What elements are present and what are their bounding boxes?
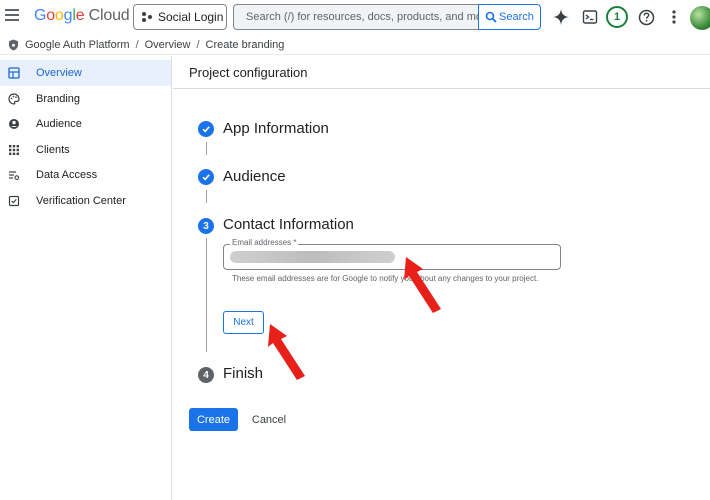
project-icon bbox=[142, 12, 152, 22]
step-title-audience[interactable]: Audience bbox=[223, 168, 286, 185]
step-number-badge: 4 bbox=[198, 367, 214, 383]
person-icon bbox=[9, 119, 19, 129]
sidebar-item-overview[interactable]: Overview bbox=[0, 60, 171, 86]
cloud-shell-icon[interactable] bbox=[580, 7, 600, 27]
shield-icon bbox=[9, 39, 18, 50]
breadcrumb-item: Create branding bbox=[205, 38, 285, 51]
breadcrumb-item[interactable]: Google Auth Platform bbox=[25, 39, 130, 51]
search-button[interactable]: Search bbox=[478, 4, 541, 30]
page-title: Project configuration bbox=[173, 56, 710, 89]
account-avatar[interactable] bbox=[690, 6, 710, 30]
notifications-badge[interactable]: 1 bbox=[606, 6, 628, 28]
data-access-icon bbox=[9, 171, 20, 180]
verified-icon bbox=[8, 195, 20, 207]
next-button[interactable]: Next bbox=[223, 311, 264, 334]
breadcrumb-item[interactable]: Overview bbox=[145, 39, 191, 51]
help-icon[interactable] bbox=[636, 7, 656, 27]
sidebar-item-verification-center[interactable]: Verification Center bbox=[0, 188, 171, 214]
step-title-contact-information: Contact Information bbox=[223, 216, 354, 233]
palette-icon bbox=[8, 93, 20, 105]
step-complete-check-icon bbox=[198, 121, 214, 137]
step-number-badge: 3 bbox=[198, 218, 214, 234]
dashboard-icon bbox=[8, 67, 20, 79]
grid-icon bbox=[9, 145, 19, 155]
step-title-app-information[interactable]: App Information bbox=[223, 120, 329, 137]
step-title-finish: Finish bbox=[223, 365, 264, 382]
email-field-helper-text: These email addresses are for Google to … bbox=[232, 274, 539, 283]
sidebar-item-data-access[interactable]: Data Access bbox=[0, 162, 171, 188]
breadcrumb: Google Auth Platform / Overview / Create… bbox=[0, 35, 710, 55]
sidebar-item-audience[interactable]: Audience bbox=[0, 111, 171, 137]
annotation-arrow-icon bbox=[268, 324, 305, 380]
cancel-button[interactable]: Cancel bbox=[248, 408, 290, 431]
sidebar-item-branding[interactable]: Branding bbox=[0, 86, 171, 112]
annotation-arrow-icon bbox=[404, 257, 441, 313]
top-bar: Google Cloud Social Login Search (/) for… bbox=[0, 0, 710, 35]
more-options-icon[interactable] bbox=[664, 7, 684, 27]
sidebar: Overview Branding Audience Clients Data … bbox=[0, 56, 172, 500]
step-connector bbox=[206, 142, 207, 155]
menu-icon[interactable] bbox=[5, 9, 19, 23]
step-connector bbox=[206, 190, 207, 203]
search-icon bbox=[485, 11, 497, 23]
sidebar-item-clients[interactable]: Clients bbox=[0, 137, 171, 163]
step-complete-check-icon bbox=[198, 169, 214, 185]
email-field-value-redacted bbox=[230, 251, 395, 263]
project-name: Social Login bbox=[158, 10, 224, 24]
step-connector bbox=[206, 238, 207, 352]
search-input[interactable]: Search (/) for resources, docs, products… bbox=[233, 4, 478, 30]
create-button[interactable]: Create bbox=[189, 408, 238, 431]
email-field-label: Email addresses * bbox=[230, 238, 299, 247]
gemini-icon[interactable] bbox=[551, 7, 571, 27]
google-cloud-logo[interactable]: Google Cloud bbox=[34, 7, 130, 25]
project-picker-button[interactable]: Social Login bbox=[133, 4, 227, 30]
